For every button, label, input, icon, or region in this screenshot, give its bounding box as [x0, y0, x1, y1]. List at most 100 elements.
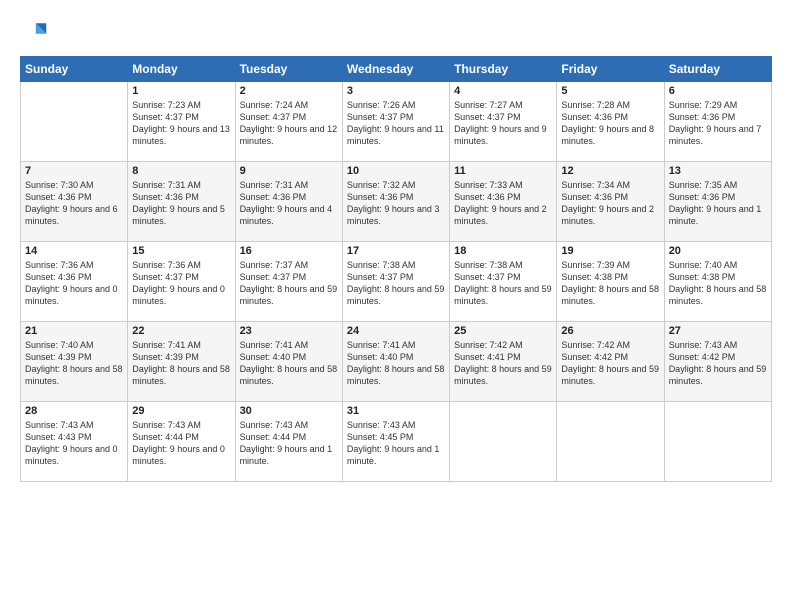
cell-info: Sunrise: 7:38 AMSunset: 4:37 PMDaylight:…: [454, 259, 552, 308]
calendar-cell: 16 Sunrise: 7:37 AMSunset: 4:37 PMDayligh…: [235, 242, 342, 322]
day-number: 19: [561, 245, 659, 257]
cell-info: Sunrise: 7:30 AMSunset: 4:36 PMDaylight:…: [25, 179, 123, 228]
day-number: 28: [25, 405, 123, 417]
col-header-friday: Friday: [557, 57, 664, 82]
day-number: 18: [454, 245, 552, 257]
col-header-sunday: Sunday: [21, 57, 128, 82]
day-number: 24: [347, 325, 445, 337]
col-header-monday: Monday: [128, 57, 235, 82]
cell-info: Sunrise: 7:27 AMSunset: 4:37 PMDaylight:…: [454, 99, 552, 148]
day-number: 16: [240, 245, 338, 257]
cell-info: Sunrise: 7:26 AMSunset: 4:37 PMDaylight:…: [347, 99, 445, 148]
day-number: 5: [561, 85, 659, 97]
cell-info: Sunrise: 7:38 AMSunset: 4:37 PMDaylight:…: [347, 259, 445, 308]
calendar-cell: 25 Sunrise: 7:42 AMSunset: 4:41 PMDayligh…: [450, 322, 557, 402]
day-number: 27: [669, 325, 767, 337]
calendar-cell: 19Sunrise: 7:39 AMSunset: 4:38 PMDayligh…: [557, 242, 664, 322]
cell-info: Sunrise: 7:29 AMSunset: 4:36 PMDaylight:…: [669, 99, 767, 148]
col-header-thursday: Thursday: [450, 57, 557, 82]
day-number: 15: [132, 245, 230, 257]
calendar-cell: 8Sunrise: 7:31 AMSunset: 4:36 PMDaylight…: [128, 162, 235, 242]
calendar-cell: 31Sunrise: 7:43 AMSunset: 4:45 PMDayligh…: [342, 402, 449, 482]
calendar-cell: 2 Sunrise: 7:24 AMSunset: 4:37 PMDaylight…: [235, 82, 342, 162]
day-number: 20: [669, 245, 767, 257]
calendar-cell: 26Sunrise: 7:42 AMSunset: 4:42 PMDayligh…: [557, 322, 664, 402]
calendar-cell: 13Sunrise: 7:35 AMSunset: 4:36 PMDayligh…: [664, 162, 771, 242]
cell-info: Sunrise: 7:40 AMSunset: 4:39 PMDaylight:…: [25, 339, 123, 388]
calendar-week-3: 21Sunrise: 7:40 AMSunset: 4:39 PMDayligh…: [21, 322, 772, 402]
cell-info: Sunrise: 7:32 AMSunset: 4:36 PMDaylight:…: [347, 179, 445, 228]
calendar-cell: 4 Sunrise: 7:27 AMSunset: 4:37 PMDaylight…: [450, 82, 557, 162]
cell-info: Sunrise: 7:24 AMSunset: 4:37 PMDaylight:…: [240, 99, 338, 148]
day-number: 11: [454, 165, 552, 177]
day-number: 3: [347, 85, 445, 97]
calendar-cell: 21Sunrise: 7:40 AMSunset: 4:39 PMDayligh…: [21, 322, 128, 402]
day-number: 31: [347, 405, 445, 417]
cell-info: Sunrise: 7:31 AMSunset: 4:36 PMDaylight:…: [240, 179, 338, 228]
cell-info: Sunrise: 7:34 AMSunset: 4:36 PMDaylight:…: [561, 179, 659, 228]
calendar-cell: 20 Sunrise: 7:40 AMSunset: 4:38 PMDayligh…: [664, 242, 771, 322]
day-number: 25: [454, 325, 552, 337]
day-number: 13: [669, 165, 767, 177]
calendar-cell: 15 Sunrise: 7:36 AMSunset: 4:37 PMDayligh…: [128, 242, 235, 322]
cell-info: Sunrise: 7:41 AMSunset: 4:39 PMDaylight:…: [132, 339, 230, 388]
cell-info: Sunrise: 7:40 AMSunset: 4:38 PMDaylight:…: [669, 259, 767, 308]
cell-info: Sunrise: 7:42 AMSunset: 4:42 PMDaylight:…: [561, 339, 659, 388]
calendar-cell: 6 Sunrise: 7:29 AMSunset: 4:36 PMDaylight…: [664, 82, 771, 162]
calendar-cell: 29 Sunrise: 7:43 AMSunset: 4:44 PMDayligh…: [128, 402, 235, 482]
cell-info: Sunrise: 7:37 AMSunset: 4:37 PMDaylight:…: [240, 259, 338, 308]
calendar-cell: 3 Sunrise: 7:26 AMSunset: 4:37 PMDaylight…: [342, 82, 449, 162]
calendar-cell: 28 Sunrise: 7:43 AMSunset: 4:43 PMDayligh…: [21, 402, 128, 482]
day-number: 22: [132, 325, 230, 337]
calendar-cell: 7 Sunrise: 7:30 AMSunset: 4:36 PMDaylight…: [21, 162, 128, 242]
col-header-saturday: Saturday: [664, 57, 771, 82]
day-number: 4: [454, 85, 552, 97]
calendar-cell: 17 Sunrise: 7:38 AMSunset: 4:37 PMDayligh…: [342, 242, 449, 322]
day-number: 17: [347, 245, 445, 257]
day-number: 6: [669, 85, 767, 97]
calendar-cell: 22 Sunrise: 7:41 AMSunset: 4:39 PMDayligh…: [128, 322, 235, 402]
day-number: 23: [240, 325, 338, 337]
day-number: 30: [240, 405, 338, 417]
calendar-cell: 23 Sunrise: 7:41 AMSunset: 4:40 PMDayligh…: [235, 322, 342, 402]
cell-info: Sunrise: 7:41 AMSunset: 4:40 PMDaylight:…: [240, 339, 338, 388]
calendar-cell: [664, 402, 771, 482]
cell-info: Sunrise: 7:43 AMSunset: 4:43 PMDaylight:…: [25, 419, 123, 468]
calendar-cell: 11 Sunrise: 7:33 AMSunset: 4:36 PMDayligh…: [450, 162, 557, 242]
cell-info: Sunrise: 7:43 AMSunset: 4:44 PMDaylight:…: [132, 419, 230, 468]
day-number: 1: [132, 85, 230, 97]
calendar-cell: 18 Sunrise: 7:38 AMSunset: 4:37 PMDayligh…: [450, 242, 557, 322]
calendar-cell: 1 Sunrise: 7:23 AMSunset: 4:37 PMDaylight…: [128, 82, 235, 162]
cell-info: Sunrise: 7:41 AMSunset: 4:40 PMDaylight:…: [347, 339, 445, 388]
calendar-header-row: SundayMondayTuesdayWednesdayThursdayFrid…: [21, 57, 772, 82]
calendar-cell: 10Sunrise: 7:32 AMSunset: 4:36 PMDayligh…: [342, 162, 449, 242]
day-number: 7: [25, 165, 123, 177]
cell-info: Sunrise: 7:43 AMSunset: 4:44 PMDaylight:…: [240, 419, 338, 468]
cell-info: Sunrise: 7:42 AMSunset: 4:41 PMDaylight:…: [454, 339, 552, 388]
day-number: 29: [132, 405, 230, 417]
calendar-cell: 12Sunrise: 7:34 AMSunset: 4:36 PMDayligh…: [557, 162, 664, 242]
cell-info: Sunrise: 7:33 AMSunset: 4:36 PMDaylight:…: [454, 179, 552, 228]
calendar-week-0: 1 Sunrise: 7:23 AMSunset: 4:37 PMDaylight…: [21, 82, 772, 162]
calendar-cell: [557, 402, 664, 482]
day-number: 8: [132, 165, 230, 177]
logo: [20, 18, 52, 46]
day-number: 9: [240, 165, 338, 177]
cell-info: Sunrise: 7:36 AMSunset: 4:36 PMDaylight:…: [25, 259, 123, 308]
calendar-cell: 14 Sunrise: 7:36 AMSunset: 4:36 PMDayligh…: [21, 242, 128, 322]
calendar-cell: 30 Sunrise: 7:43 AMSunset: 4:44 PMDayligh…: [235, 402, 342, 482]
calendar-cell: 27Sunrise: 7:43 AMSunset: 4:42 PMDayligh…: [664, 322, 771, 402]
cell-info: Sunrise: 7:23 AMSunset: 4:37 PMDaylight:…: [132, 99, 230, 148]
logo-icon: [20, 18, 48, 46]
cell-info: Sunrise: 7:36 AMSunset: 4:37 PMDaylight:…: [132, 259, 230, 308]
calendar-page: SundayMondayTuesdayWednesdayThursdayFrid…: [0, 0, 792, 612]
calendar-cell: 9 Sunrise: 7:31 AMSunset: 4:36 PMDaylight…: [235, 162, 342, 242]
day-number: 14: [25, 245, 123, 257]
col-header-wednesday: Wednesday: [342, 57, 449, 82]
day-number: 2: [240, 85, 338, 97]
header: [20, 18, 772, 46]
calendar-table: SundayMondayTuesdayWednesdayThursdayFrid…: [20, 56, 772, 482]
calendar-week-2: 14 Sunrise: 7:36 AMSunset: 4:36 PMDayligh…: [21, 242, 772, 322]
cell-info: Sunrise: 7:28 AMSunset: 4:36 PMDaylight:…: [561, 99, 659, 148]
calendar-cell: [21, 82, 128, 162]
